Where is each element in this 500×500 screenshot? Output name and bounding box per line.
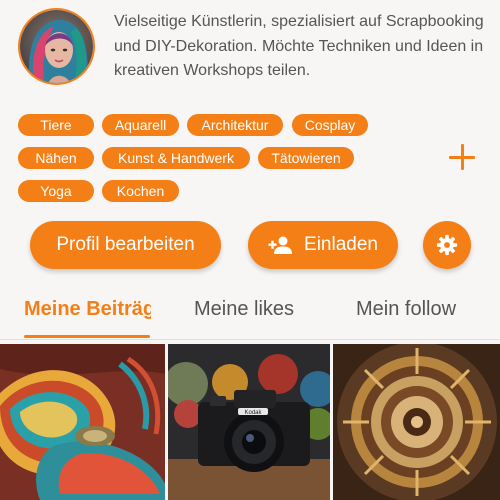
posts-grid: Kodak bbox=[0, 344, 500, 500]
invite-label: Einladen bbox=[304, 234, 378, 255]
tag-chip[interactable]: Kochen bbox=[102, 180, 179, 202]
invite-button[interactable]: Einladen bbox=[248, 221, 398, 269]
tab-my-follow[interactable]: Mein follow bbox=[356, 298, 456, 321]
gear-icon bbox=[436, 234, 458, 256]
settings-button[interactable] bbox=[423, 221, 471, 269]
tabs-divider bbox=[0, 339, 500, 340]
edit-profile-label: Profil bearbeiten bbox=[56, 234, 195, 255]
post-thumbnail-mandala[interactable] bbox=[333, 344, 500, 500]
profile-tabs: Meine Beiträge Meine likes Mein follow bbox=[0, 290, 500, 340]
edit-profile-button[interactable]: Profil bearbeiten bbox=[30, 221, 221, 269]
tag-chip[interactable]: Nähen bbox=[18, 147, 94, 169]
profile-bio: Vielseitige Künstlerin, spezialisiert au… bbox=[114, 13, 484, 79]
person-add-icon bbox=[268, 235, 294, 255]
tag-chip[interactable]: Aquarell bbox=[102, 114, 179, 136]
tag-chip[interactable]: Kunst & Handwerk bbox=[102, 147, 250, 169]
tab-my-likes[interactable]: Meine likes bbox=[194, 298, 294, 321]
svg-text:Kodak: Kodak bbox=[244, 410, 262, 416]
tab-my-posts[interactable]: Meine Beiträge bbox=[24, 298, 151, 321]
tag-chip[interactable]: Tiere bbox=[18, 114, 94, 136]
plus-icon[interactable] bbox=[449, 144, 475, 170]
post-thumbnail-embroidery[interactable] bbox=[0, 344, 165, 500]
post-thumbnail-camera[interactable]: Kodak bbox=[168, 344, 330, 500]
tag-chip[interactable]: Yoga bbox=[18, 180, 94, 202]
avatar[interactable] bbox=[18, 8, 95, 85]
tag-chip[interactable]: Architektur bbox=[187, 114, 283, 136]
tag-chip[interactable]: Cosplay bbox=[292, 114, 368, 136]
tag-chip[interactable]: Tätowieren bbox=[258, 147, 354, 169]
active-tab-indicator bbox=[24, 335, 150, 338]
